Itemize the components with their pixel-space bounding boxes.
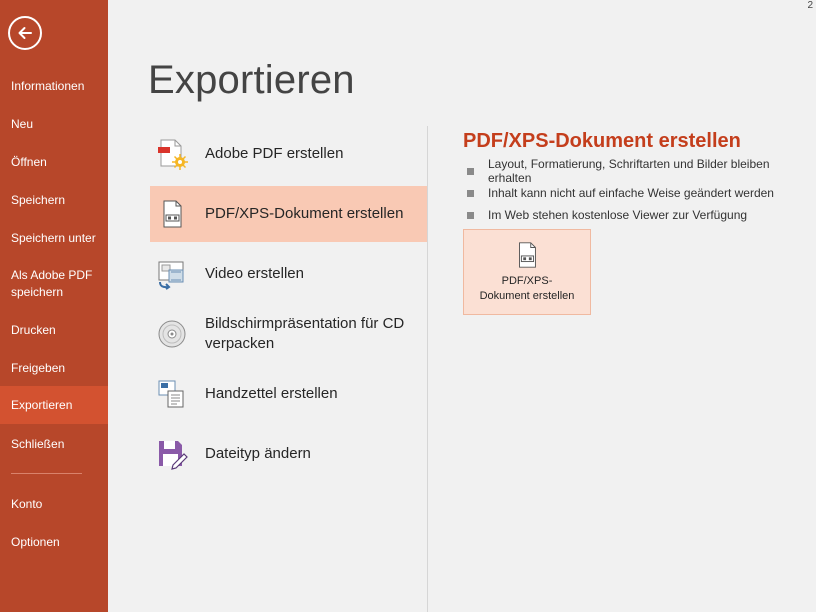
list-item: Im Web stehen kostenlose Viewer zur Verf… — [467, 204, 816, 226]
option-video[interactable]: Video erstellen — [150, 246, 427, 302]
create-button-label-line1: PDF/XPS- — [501, 275, 553, 287]
nav-exportieren[interactable]: Exportieren — [0, 386, 108, 424]
cd-icon — [155, 317, 189, 351]
bullet-icon — [467, 167, 474, 175]
create-button-label: PDF/XPS- Dokument erstellen — [472, 274, 582, 304]
option-label: Adobe PDF erstellen — [205, 145, 344, 162]
bullet-icon — [467, 211, 474, 219]
option-handout[interactable]: Handzettel erstellen — [150, 366, 427, 422]
back-arrow-icon — [18, 27, 32, 39]
nav-optionen[interactable]: Optionen — [0, 532, 108, 552]
back-button[interactable] — [8, 16, 42, 50]
option-label: PDF/XPS-Dokument erstellen — [205, 205, 404, 222]
nav-informationen[interactable]: Informationen — [0, 76, 108, 96]
nav-neu[interactable]: Neu — [0, 114, 108, 134]
nav-schliessen[interactable]: Schließen — [0, 434, 108, 454]
bullet-text: Im Web stehen kostenlose Viewer zur Verf… — [488, 208, 748, 222]
page-title: Exportieren — [148, 58, 355, 102]
bullet-icon — [467, 189, 474, 197]
nav-als-adobe-pdf-speichern[interactable]: Als Adobe PDF speichern — [0, 266, 108, 302]
detail-title: PDF/XPS-Dokument erstellen — [463, 130, 741, 152]
backstage-sidebar: Informationen Neu Öffnen Speichern Speic… — [0, 0, 108, 612]
list-item: Inhalt kann nicht auf einfache Weise geä… — [467, 182, 816, 204]
option-change-file-type[interactable]: Dateityp ändern — [150, 426, 427, 482]
nav-konto[interactable]: Konto — [0, 494, 108, 514]
option-label: Dateityp ändern — [205, 445, 311, 462]
create-button-label-line2: Dokument erstellen — [479, 290, 575, 302]
bullet-text: Layout, Formatierung, Schriftarten und B… — [488, 157, 770, 185]
nav-drucken[interactable]: Drucken — [0, 320, 108, 340]
nav-oeffnen[interactable]: Öffnen — [0, 152, 108, 172]
option-label: Bildschirmpräsentation für CD verpacken — [205, 315, 405, 352]
option-adobe-pdf[interactable]: Adobe PDF erstellen — [150, 126, 427, 182]
nav-speichern-unter[interactable]: Speichern unter — [0, 228, 108, 248]
bullet-text: Inhalt kann nicht auf einfache Weise geä… — [488, 186, 774, 200]
pdf-xps-document-icon — [519, 242, 536, 268]
list-item: Layout, Formatierung, Schriftarten und B… — [467, 157, 816, 185]
adobe-pdf-icon — [155, 137, 189, 171]
window-corner-text: 2 — [807, 0, 813, 11]
option-cd-package[interactable]: Bildschirmpräsentation für CD verpacken — [150, 306, 427, 362]
option-pdf-xps[interactable]: PDF/XPS-Dokument erstellen — [150, 186, 427, 242]
option-label: Video erstellen — [205, 265, 304, 282]
handout-icon — [155, 377, 189, 411]
nav-speichern[interactable]: Speichern — [0, 190, 108, 210]
nav-freigeben[interactable]: Freigeben — [0, 358, 108, 378]
panel-divider — [427, 126, 428, 612]
pdf-xps-document-icon — [155, 197, 189, 231]
detail-bullet-list: Layout, Formatierung, Schriftarten und B… — [467, 157, 816, 226]
option-label: Handzettel erstellen — [205, 385, 338, 402]
create-pdf-xps-button[interactable]: PDF/XPS- Dokument erstellen — [463, 229, 591, 315]
save-as-type-icon — [155, 437, 189, 471]
video-icon — [155, 257, 189, 291]
nav-separator — [11, 473, 82, 474]
